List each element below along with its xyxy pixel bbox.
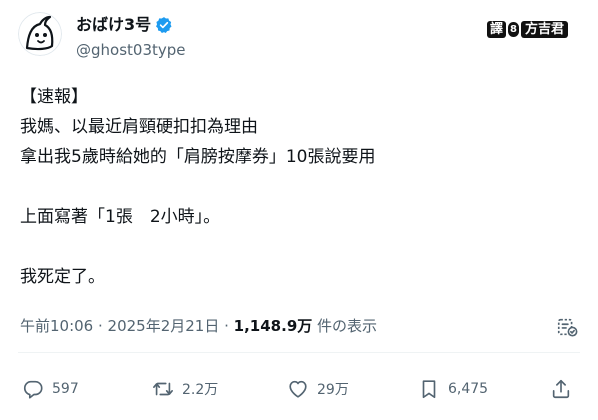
analytics-icon[interactable] [556,316,578,338]
tweet-text: 【速報】 我媽、以最近肩頸硬扣扣為理由 拿出我5歲時給她的「肩膀按摩券」10張說… [20,82,580,292]
tweet-time[interactable]: 午前10:06 [20,315,93,337]
translator-watermark: 譯 8 方吉君 [487,21,569,38]
reply-count: 597 [52,381,79,397]
display-name-text: おばけ3号 [76,15,152,34]
tweet-line: 拿出我5歲時給她的「肩膀按摩券」10張說要用 [20,147,376,167]
share-button[interactable] [550,374,580,404]
retweet-icon [153,382,173,396]
tweet-card: おばけ3号 @ghost03type 譯 8 方吉君 【速報】 我媽、以最近肩頸… [0,0,598,420]
tweet-line: 上面寫著「1張 2小時」。 [20,207,221,227]
watermark-number: 8 [508,22,520,37]
retweet-button[interactable]: 2.2万 [152,374,218,404]
tweet-line [20,232,580,262]
reply-button[interactable]: 597 [22,374,79,404]
like-count: 29万 [317,382,349,398]
watermark-box: 譯 [487,21,507,38]
tweet-line [20,172,580,202]
views-count: 1,148.9万 [233,317,313,335]
retweet-count: 2.2万 [182,382,219,398]
heart-icon [289,380,307,398]
reply-icon [23,380,43,399]
share-icon [552,379,570,399]
bookmark-count: 6,475 [448,381,489,397]
action-bar: 597 2.2万 29万 6,475 [22,374,578,404]
tweet-meta: 午前10:06 · 2025年2月21日 · 1,148.9万 件の表示 [20,315,377,337]
author-name[interactable]: おばけ3号 [76,15,173,35]
watermark-text: 方吉君 [521,21,569,38]
tweet-date[interactable]: 2025年2月21日 [108,315,220,337]
tweet-line: 我媽、以最近肩頸硬扣扣為理由 [20,117,258,137]
verified-badge-icon [155,16,173,34]
views-label: 件の表示 [312,317,378,335]
divider [18,352,580,353]
meta-separator: · [219,317,234,335]
bookmark-icon [422,380,436,399]
tweet-line: 【速報】 [20,87,88,107]
bookmark-button[interactable]: 6,475 [418,374,488,404]
author-handle[interactable]: @ghost03type [76,40,186,60]
ghost-avatar-icon [18,12,62,56]
meta-separator: · [93,317,108,335]
avatar[interactable] [18,12,62,56]
tweet-line: 我死定了。 [20,267,105,287]
like-button[interactable]: 29万 [287,374,349,404]
